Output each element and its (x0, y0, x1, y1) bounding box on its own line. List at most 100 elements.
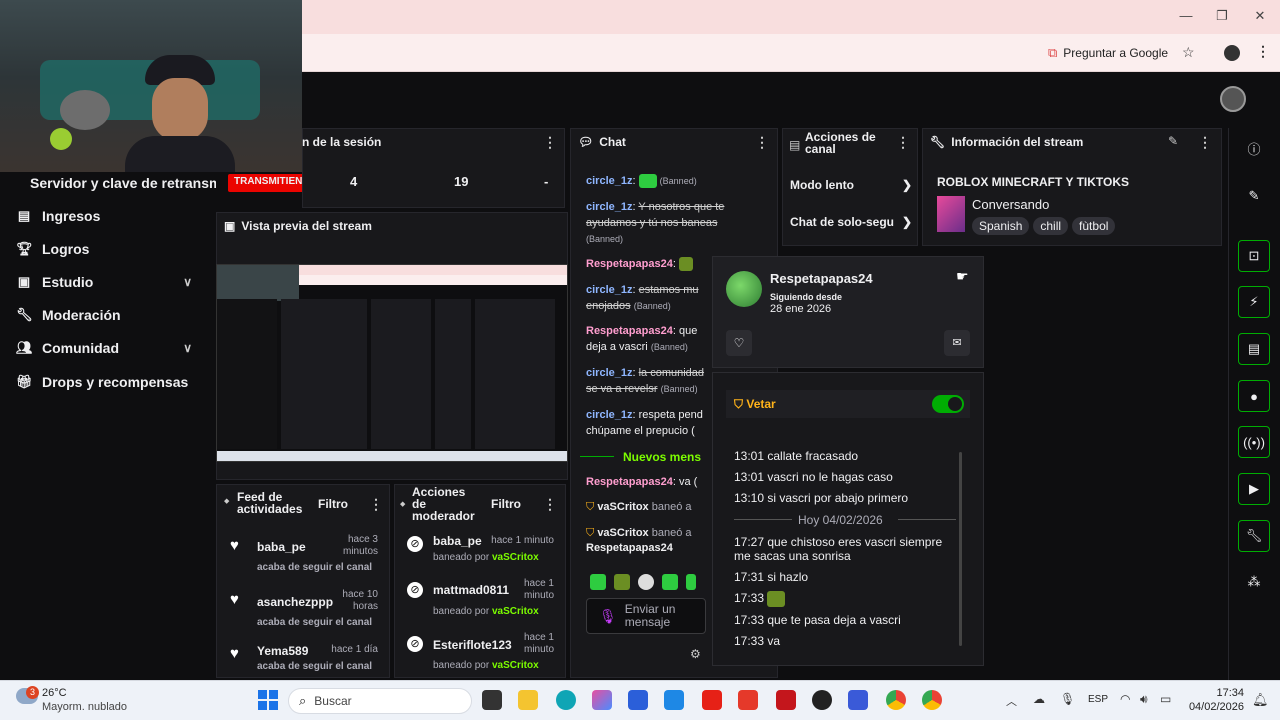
volume-icon[interactable]: 🔊︎ (1140, 692, 1148, 707)
weather-desc[interactable]: Mayorm. nublado (42, 701, 127, 713)
close-window-button[interactable]: ✕ (1250, 8, 1270, 26)
sidebar-item-moderacion[interactable]: 🔧︎ Moderación (16, 307, 121, 323)
category-name[interactable]: Conversando (972, 197, 1049, 212)
chat-menu-icon[interactable]: ⋮ (755, 134, 769, 151)
ask-google-button[interactable]: ⧉ Preguntar a Google (1048, 42, 1168, 64)
feed-user[interactable]: asanchezppp (257, 595, 333, 609)
emote-icon[interactable] (590, 574, 606, 590)
mod-actions-menu-icon[interactable]: ⋮ (543, 496, 557, 513)
share-icon[interactable]: ⁂ (1238, 566, 1270, 598)
taskbar-search[interactable]: ⌕ Buscar (288, 688, 472, 714)
mod-action-user[interactable]: mattmad0811 (433, 583, 509, 597)
chat-message[interactable]: Respetapapas24: que deja a vascri (Banne… (586, 323, 706, 355)
bookmark-star-icon[interactable]: ☆ (1182, 44, 1195, 61)
tag-chip[interactable]: fùtbol (1072, 217, 1116, 235)
profile-icon[interactable] (1224, 45, 1240, 61)
weather-temp[interactable]: 26°C (42, 687, 67, 699)
activity-feed-menu-icon[interactable]: ⋮ (369, 496, 383, 513)
app-icon[interactable] (848, 690, 868, 710)
mod-action-user[interactable]: baba_pe (433, 534, 482, 548)
sidebar-item-drops[interactable]: 🎁︎ Drops y recompensas (16, 374, 188, 390)
chat-input[interactable]: 🎙︎ Enviar un mensaje (586, 598, 706, 634)
language-indicator[interactable]: ESP (1088, 694, 1108, 705)
app-icon[interactable] (738, 690, 758, 710)
emote-icon[interactable] (686, 574, 696, 590)
sidebar-item-logros[interactable]: 🏆︎ Logros (16, 241, 89, 257)
emote-icon[interactable] (614, 574, 630, 590)
lightning-icon[interactable]: ⚡︎ (1238, 286, 1270, 318)
clock-time[interactable]: 17:34 (1186, 687, 1244, 699)
clip-icon[interactable]: ⊡ (1238, 240, 1270, 272)
info-icon[interactable]: ⓘ (1238, 132, 1270, 164)
sidebar-item-estudio[interactable]: ▣ Estudio ∨ (16, 274, 212, 290)
video-icon[interactable]: ▶ (1238, 473, 1270, 505)
copilot-icon[interactable] (592, 690, 612, 710)
chat-message[interactable]: circle_1z: Y nosotros que te ayudamos y … (586, 199, 726, 247)
mod-actions-filter-button[interactable]: Filtro (491, 497, 521, 511)
chat-message[interactable]: Respetapapas24: va ( (586, 476, 706, 488)
slow-mode-button[interactable]: Modo lento ❯ (790, 178, 912, 192)
sidebar-item-comunidad[interactable]: 👥︎ Comunidad ∨ (16, 340, 212, 356)
user-card-avatar[interactable] (726, 271, 762, 307)
mod-action-user[interactable]: Esteriflote123 (433, 638, 512, 652)
document-icon[interactable]: ▤ (1238, 333, 1270, 365)
messages-scrollbar[interactable] (959, 452, 962, 646)
veto-toggle[interactable] (932, 395, 964, 413)
chat-message[interactable]: circle_1z: la comunidad se va a revelsr … (586, 365, 706, 397)
outlook-icon[interactable] (664, 690, 684, 710)
tag-chip[interactable]: chill (1033, 217, 1069, 235)
store-icon[interactable] (628, 690, 648, 710)
followers-only-chat-button[interactable]: Chat de solo-segu ❯ (790, 215, 912, 229)
following-since-date: 28 ene 2026 (770, 303, 832, 315)
windows-start-icon[interactable] (258, 690, 278, 710)
chat-message[interactable]: circle_1z: (Banned) (586, 174, 772, 189)
onedrive-icon[interactable]: ☁ (1033, 692, 1045, 706)
feed-user[interactable]: baba_pe (257, 540, 306, 554)
edit-pencil-icon[interactable]: ✎ (1168, 134, 1178, 148)
microphone-icon[interactable]: 🎙︎ (1060, 692, 1075, 706)
youtube-icon[interactable] (702, 690, 722, 710)
category-box-art[interactable] (937, 196, 965, 232)
file-explorer-icon[interactable] (518, 690, 538, 710)
follow-heart-button[interactable]: ♡ (726, 330, 752, 356)
chat-message[interactable]: circle_1z: respeta pend chúpame el prepu… (586, 407, 706, 439)
chrome-icon[interactable] (922, 690, 942, 710)
task-view-icon[interactable] (482, 690, 502, 710)
emote-icon[interactable] (638, 574, 654, 590)
app-icon[interactable] (776, 690, 796, 710)
emote-icon[interactable] (662, 574, 678, 590)
webcam-shirt (125, 136, 235, 172)
settings-gear-icon[interactable]: ⚙ (690, 647, 701, 661)
user-avatar[interactable] (1220, 86, 1246, 112)
session-stat-3: - (544, 174, 549, 189)
microphone-icon[interactable]: 🎙︎ (599, 608, 617, 625)
edge-icon[interactable] (556, 690, 576, 710)
wifi-icon[interactable]: ◠ (1120, 692, 1130, 706)
broadcast-icon[interactable]: ((•)) (1238, 426, 1270, 458)
edit-pencil-icon[interactable]: ✎ (1238, 180, 1270, 212)
user-message: 13:01 vascri no le hagas caso (734, 470, 893, 484)
whisper-button[interactable]: ✉ (944, 330, 970, 356)
restore-button[interactable]: ❐ (1212, 8, 1232, 26)
minimize-button[interactable]: — (1176, 8, 1196, 26)
stream-preview-video[interactable] (216, 264, 568, 462)
stream-info-menu-icon[interactable]: ⋮ (1198, 134, 1212, 151)
sidebar-item-ingresos[interactable]: ▤ Ingresos (16, 208, 101, 224)
battery-icon[interactable]: ▭ (1160, 692, 1171, 706)
activity-feed-filter-button[interactable]: Filtro (318, 497, 348, 511)
channel-actions-menu-icon[interactable]: ⋮ (896, 134, 910, 151)
notification-bell-icon[interactable]: 🔔︎ (1252, 692, 1269, 708)
chat-bubble-icon[interactable]: ● (1238, 380, 1270, 412)
wrench-icon[interactable]: 🔧︎ (1238, 520, 1270, 552)
app-icon[interactable] (812, 690, 832, 710)
session-panel-menu-icon[interactable]: ⋮ (543, 134, 557, 151)
chrome-icon[interactable] (886, 690, 906, 710)
browser-menu-icon[interactable]: ⋮ (1256, 43, 1270, 60)
chat-message[interactable]: circle_1z: estamos mu enojados (Banned) (586, 282, 704, 314)
user-card-username[interactable]: Respetapapas24 (770, 271, 873, 286)
clock-date[interactable]: 04/02/2026 (1186, 701, 1244, 713)
tag-chip[interactable]: Spanish (972, 217, 1030, 235)
emote-icon (638, 174, 657, 189)
chevron-up-icon[interactable]: ︿ (1006, 693, 1017, 709)
feed-user[interactable]: Yema589 (257, 644, 308, 658)
